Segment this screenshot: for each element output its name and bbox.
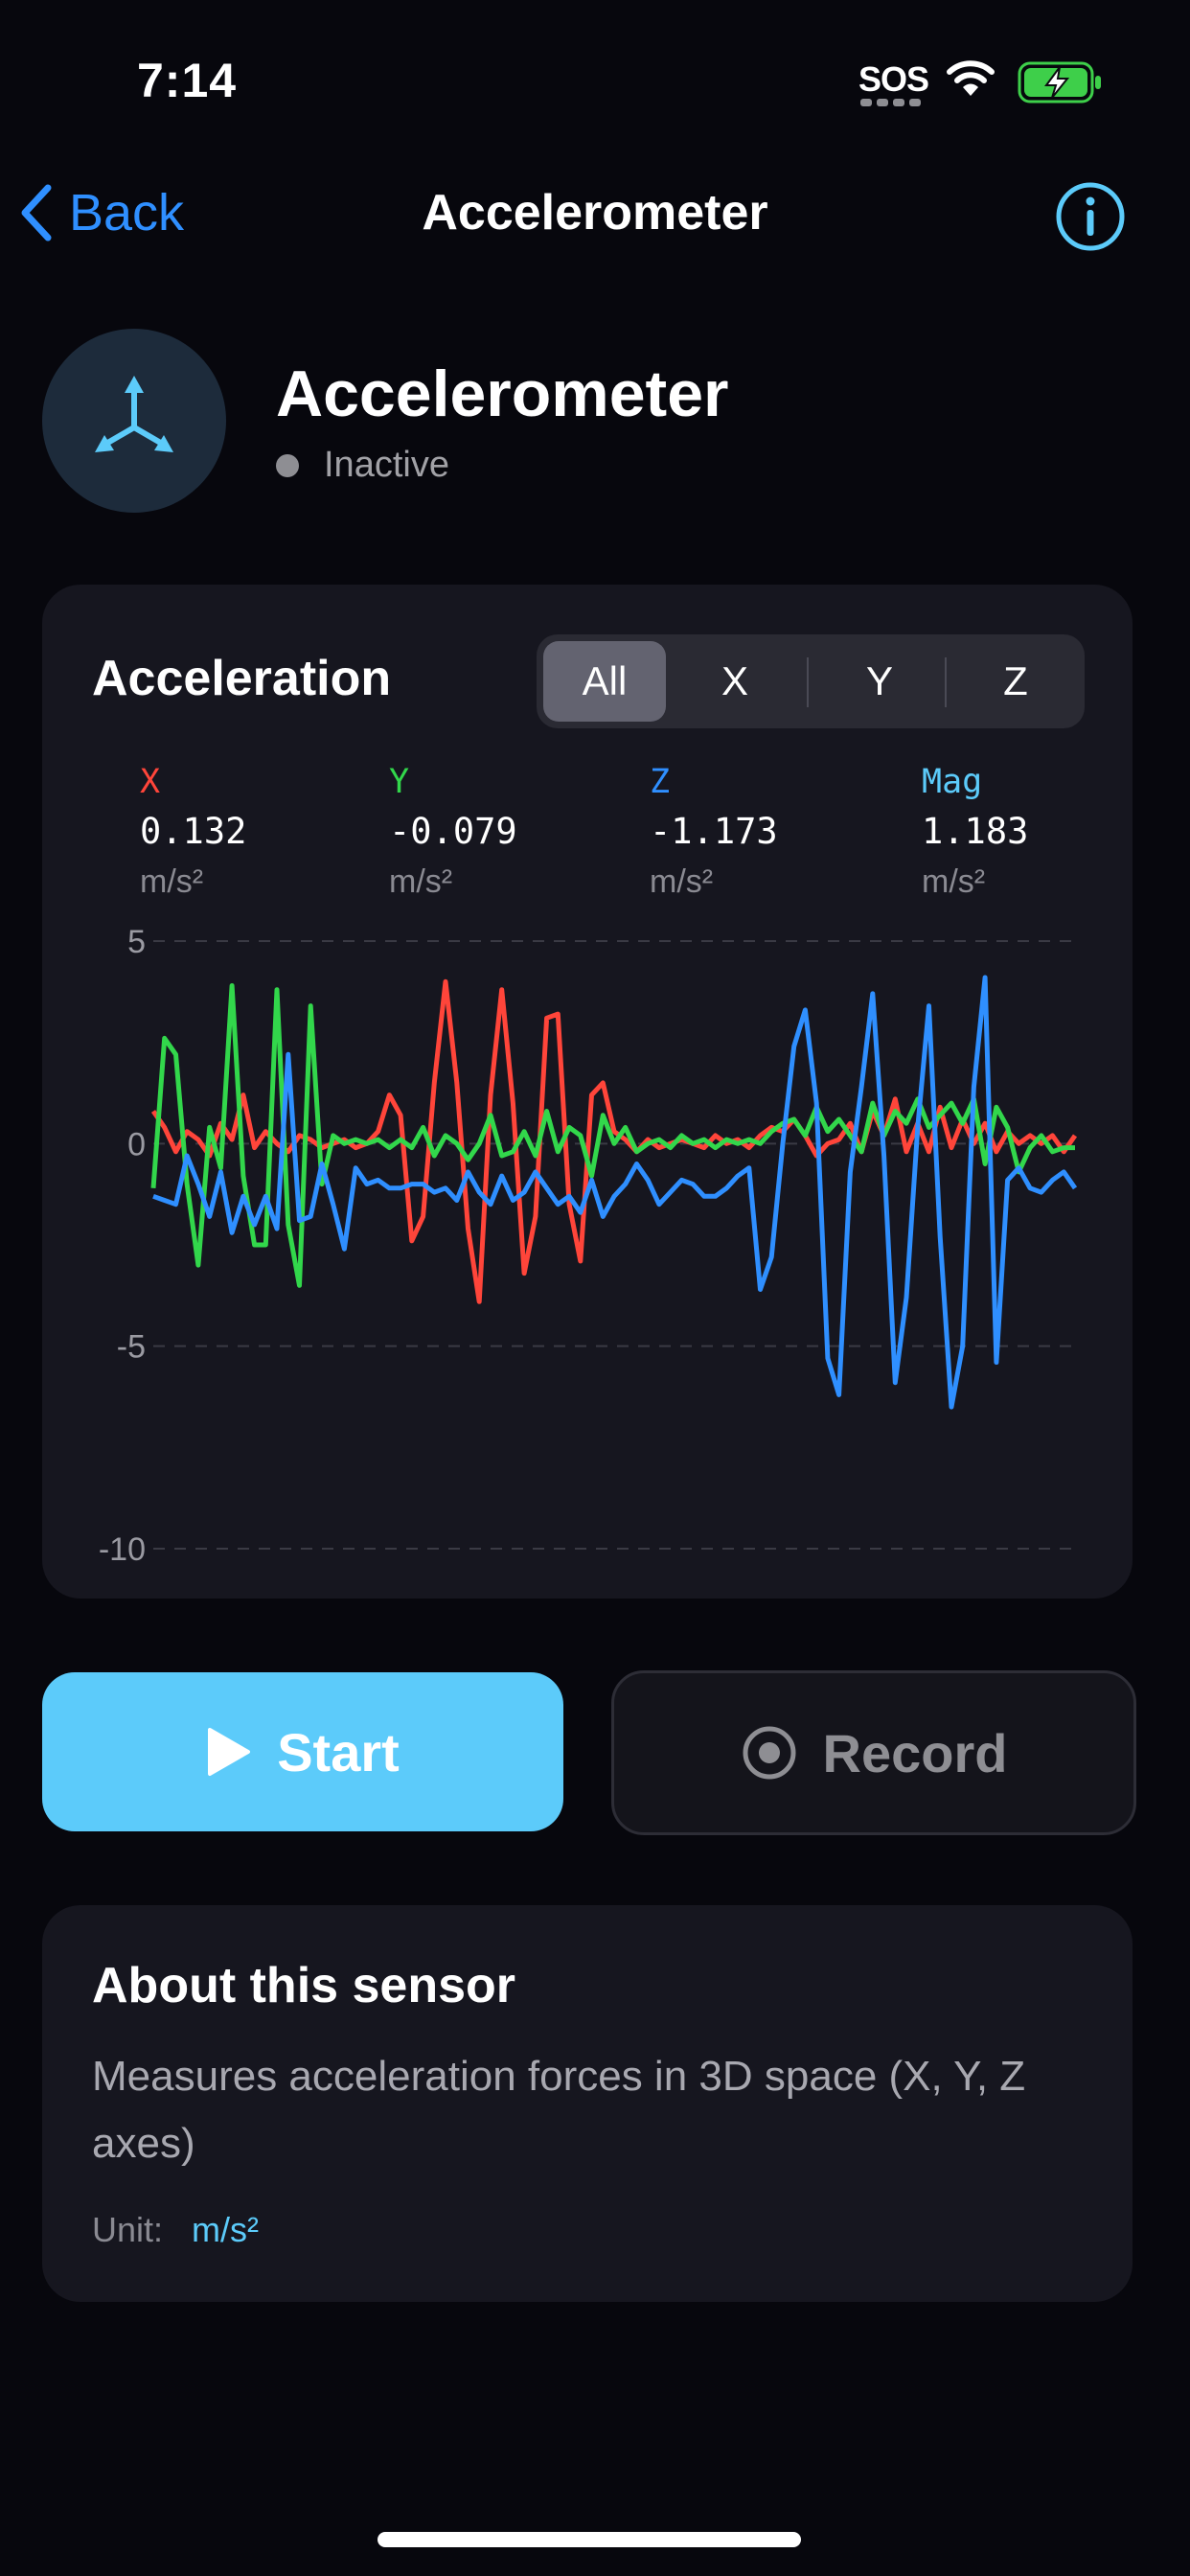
readout-label: Z — [650, 763, 671, 801]
nav-title: Accelerometer — [422, 185, 768, 241]
readout-unit: m/s² — [140, 863, 204, 900]
readout-x: X 0.132 m/s² — [140, 763, 246, 901]
sos-indicator: SOS — [858, 59, 929, 99]
about-description: Measures acceleration forces in 3D space… — [92, 2053, 1026, 2167]
sensor-status: Inactive — [276, 445, 449, 486]
record-label: Record — [822, 1722, 1008, 1783]
readout-label: Y — [389, 763, 410, 801]
segment-divider — [945, 657, 947, 707]
chart-title: Acceleration — [92, 651, 392, 706]
play-icon — [208, 1728, 251, 1776]
readout-mag: Mag 1.183 m/s² — [922, 763, 1028, 901]
sensor-title: Accelerometer — [276, 357, 729, 430]
sensor-avatar — [42, 329, 226, 513]
readout-unit: m/s² — [922, 863, 986, 900]
record-button[interactable]: Record — [611, 1670, 1136, 1835]
home-indicator — [378, 2532, 801, 2547]
unit-label: Unit: — [92, 2210, 164, 2249]
readout-value: -1.173 — [650, 811, 778, 852]
y-tick-label: 0 — [127, 1126, 146, 1162]
segment-divider — [807, 657, 809, 707]
readout-label: Mag — [922, 763, 983, 801]
battery-charging-icon — [1018, 61, 1101, 104]
unit-value: m/s² — [192, 2210, 260, 2249]
series-line-z — [152, 975, 1078, 1410]
acceleration-line-chart: 5 0 -5 -10 — [99, 924, 1078, 1562]
record-icon — [743, 1726, 796, 1780]
segment-all[interactable]: All — [543, 641, 666, 722]
three-axis-icon — [95, 376, 173, 452]
readout-value: -0.079 — [389, 811, 517, 852]
y-tick-label: -5 — [117, 1329, 146, 1366]
segment-x[interactable]: X — [673, 641, 797, 722]
y-tick-label: 5 — [127, 924, 146, 960]
y-tick-label: -10 — [99, 1531, 146, 1562]
info-circle-icon[interactable] — [1054, 180, 1127, 253]
about-title: About this sensor — [92, 1958, 516, 2013]
readout-value: 1.183 — [922, 811, 1029, 852]
readout-z: Z -1.173 m/s² — [650, 763, 778, 901]
readout-unit: m/s² — [389, 863, 453, 900]
status-dot-icon — [276, 453, 299, 477]
readout-label: X — [140, 763, 161, 801]
signal-dots-icon — [860, 99, 921, 106]
axis-segmented-control: All X Y Z — [537, 634, 1085, 728]
status-time: 7:14 — [137, 54, 238, 107]
readout-unit: m/s² — [650, 863, 714, 900]
start-button[interactable]: Start — [42, 1672, 563, 1831]
segment-y[interactable]: Y — [814, 641, 945, 722]
readout-value: 0.132 — [140, 811, 247, 852]
start-label: Start — [277, 1721, 400, 1782]
readout-y: Y -0.079 m/s² — [389, 763, 517, 901]
wifi-icon — [947, 60, 995, 96]
segment-z[interactable]: Z — [952, 641, 1079, 722]
status-label: Inactive — [324, 445, 449, 485]
unit-row: Unit: m/s² — [92, 2210, 259, 2250]
